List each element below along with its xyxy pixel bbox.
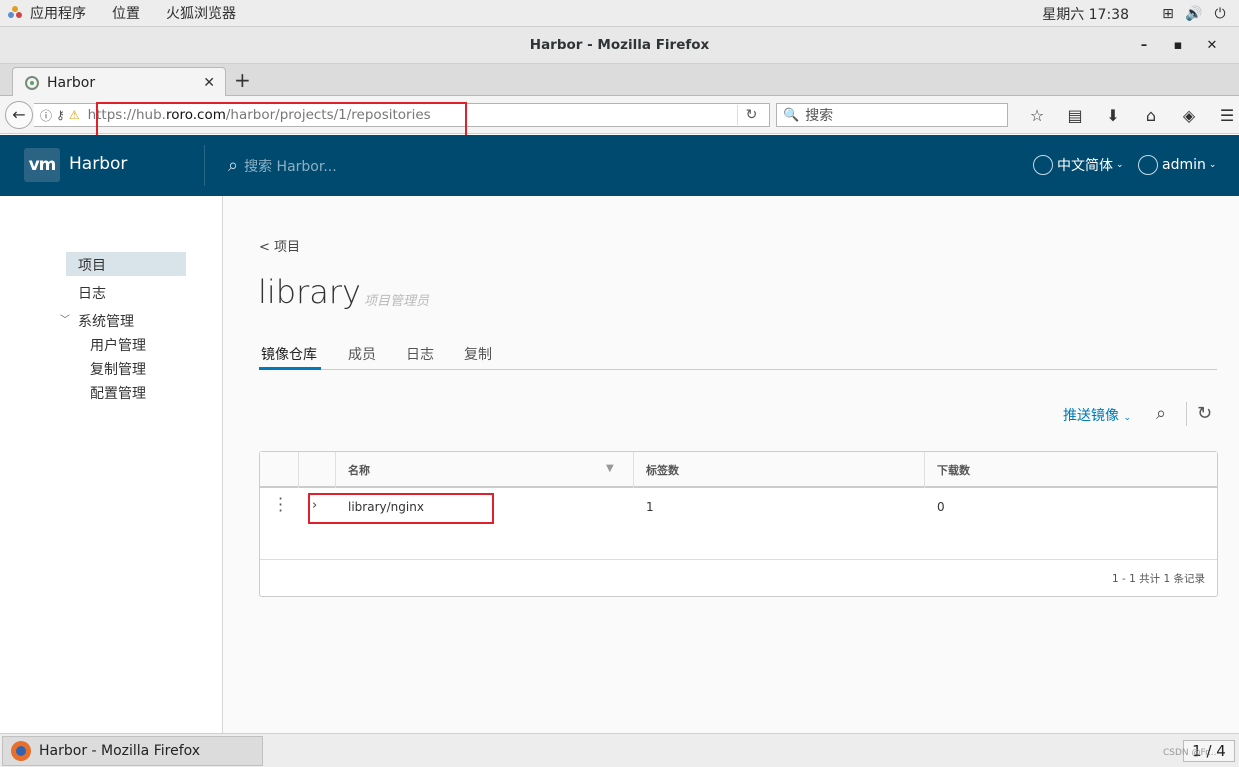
search-icon: 🔍 [783, 107, 800, 123]
sidebar-item-configuration[interactable]: 配置管理 [90, 383, 146, 403]
active-tab-underline [259, 367, 321, 370]
column-header-pulls[interactable]: 下载数 [937, 462, 970, 478]
push-image-button[interactable]: 推送镜像 ⌄ [1063, 405, 1131, 425]
clock[interactable]: 星期六 17:38 [1042, 4, 1129, 24]
column-divider [335, 452, 336, 488]
window-title: Harbor - Mozilla Firefox [529, 37, 710, 53]
globe-icon [1033, 155, 1053, 175]
sidebar-item-administration[interactable]: 系统管理 [78, 311, 134, 331]
close-window-button[interactable]: ✕ [1195, 38, 1229, 53]
tab-logs[interactable]: 日志 [406, 344, 434, 364]
sidebar-item-projects[interactable]: 项目 [78, 255, 106, 275]
tab-repositories[interactable]: 镜像仓库 [261, 344, 317, 364]
pull-count: 0 [937, 500, 945, 514]
key-icon[interactable]: ⚷ [56, 108, 65, 122]
chevron-down-icon: ⌄ [1116, 160, 1124, 170]
window-title-bar: Harbor - Mozilla Firefox – ▪ ✕ [0, 27, 1239, 64]
search-icon[interactable]: ⌕ [1156, 403, 1166, 424]
project-tabs: 镜像仓库 成员 日志 复制 [259, 342, 1217, 370]
tab-strip: Harbor ✕ + [0, 64, 1239, 97]
taskbar-window-title: Harbor - Mozilla Firefox [39, 743, 201, 759]
page-title: library [258, 273, 361, 311]
repository-table: 名称 ▼ 标签数 下载数 · · · › library/nginx 1 0 1 -… [259, 451, 1218, 597]
applications-menu[interactable]: 应用程序 [30, 3, 86, 23]
harbor-brand[interactable]: Harbor [69, 154, 127, 174]
column-header-tags[interactable]: 标签数 [646, 462, 679, 478]
user-name: admin [1162, 157, 1206, 173]
column-divider [298, 452, 299, 488]
back-to-projects-link[interactable]: < 项目 [259, 236, 300, 255]
column-divider [633, 452, 634, 488]
hamburger-menu-icon[interactable]: ☰ [1208, 106, 1239, 125]
harbor-header: vm Harbor ⌕ 搜索 Harbor... 中文简体 ⌄ admin ⌄ [0, 135, 1239, 196]
firefox-menu[interactable]: 火狐浏览器 [166, 3, 236, 23]
sidebar-item-logs[interactable]: 日志 [78, 283, 106, 303]
system-top-bar: 应用程序 位置 火狐浏览器 星期六 17:38 ⊞ 🔊 ⏻ [0, 0, 1239, 27]
back-button[interactable]: ← [5, 101, 33, 129]
harbor-search-input[interactable]: ⌕ 搜索 Harbor... [228, 155, 337, 176]
taskbar-window-item[interactable]: Harbor - Mozilla Firefox [2, 736, 263, 766]
volume-icon[interactable]: 🔊 [1185, 6, 1203, 22]
bookmark-star-icon[interactable]: ☆ [1018, 106, 1056, 125]
home-icon[interactable]: ⌂ [1132, 106, 1170, 125]
minimize-button[interactable]: – [1127, 38, 1161, 53]
table-header: 名称 ▼ 标签数 下载数 [260, 452, 1217, 488]
language-label: 中文简体 [1057, 158, 1113, 174]
reload-icon[interactable]: ↻ [737, 105, 765, 125]
sidebar: 项目 日志 ﹀ 系统管理 用户管理 复制管理 配置管理 [0, 196, 223, 733]
downloads-icon[interactable]: ⬇ [1094, 106, 1132, 125]
tab-members[interactable]: 成员 [348, 344, 376, 364]
user-icon [1138, 155, 1158, 175]
language-dropdown[interactable]: 中文简体 ⌄ [1033, 155, 1124, 175]
harbor-search-placeholder: 搜索 Harbor... [244, 158, 337, 175]
sidebar-item-replication[interactable]: 复制管理 [90, 359, 146, 379]
pocket-icon[interactable]: ◈ [1170, 106, 1208, 125]
column-header-name[interactable]: 名称 [348, 462, 370, 478]
harbor-favicon-icon [25, 75, 39, 90]
chevron-down-icon[interactable]: ﹀ [60, 311, 70, 326]
network-icon[interactable]: ⊞ [1159, 6, 1177, 22]
warning-icon[interactable]: ⚠ [69, 108, 80, 122]
tag-count: 1 [646, 500, 654, 514]
row-highlight-box [308, 493, 494, 524]
firefox-icon [11, 741, 31, 761]
browser-tab[interactable]: Harbor ✕ [12, 67, 226, 97]
action-divider [1186, 402, 1187, 426]
places-menu[interactable]: 位置 [112, 3, 140, 23]
close-tab-icon[interactable]: ✕ [203, 75, 215, 91]
role-label: 项目管理员 [364, 294, 430, 309]
new-tab-button[interactable]: + [234, 68, 251, 92]
browser-search-input[interactable]: 🔍 搜索 [776, 103, 1008, 127]
maximize-button[interactable]: ▪ [1161, 38, 1195, 53]
watermark: CSDN @Fr... [1163, 748, 1217, 758]
search-icon: ⌕ [228, 155, 239, 176]
info-icon[interactable]: ⓘ [40, 107, 52, 124]
power-icon[interactable]: ⏻ [1211, 6, 1229, 22]
reading-list-icon[interactable]: ▤ [1056, 106, 1094, 125]
chevron-down-icon: ⌄ [1208, 160, 1217, 170]
sidebar-item-users[interactable]: 用户管理 [90, 335, 146, 355]
applications-icon [8, 6, 22, 20]
chevron-down-icon: ⌄ [1123, 413, 1131, 423]
vmware-logo[interactable]: vm [24, 148, 60, 182]
table-footer: 1 - 1 共计 1 条记录 [260, 559, 1217, 597]
bottom-taskbar: Harbor - Mozilla Firefox 1 / 4 [0, 733, 1239, 767]
user-dropdown[interactable]: admin ⌄ [1138, 155, 1216, 175]
refresh-icon[interactable]: ↻ [1197, 403, 1212, 424]
tab-title: Harbor [47, 74, 96, 91]
main-content: < 项目 library 项目管理员 镜像仓库 成员 日志 复制 推送镜像 ⌄ … [223, 196, 1239, 733]
search-placeholder: 搜索 [805, 108, 834, 124]
record-count: 1 - 1 共计 1 条记录 [1111, 573, 1205, 585]
row-actions-icon[interactable]: · · · [278, 491, 283, 519]
filter-icon[interactable]: ▼ [606, 463, 614, 474]
tab-replication[interactable]: 复制 [464, 344, 492, 364]
header-divider [204, 145, 205, 186]
column-divider [924, 452, 925, 488]
